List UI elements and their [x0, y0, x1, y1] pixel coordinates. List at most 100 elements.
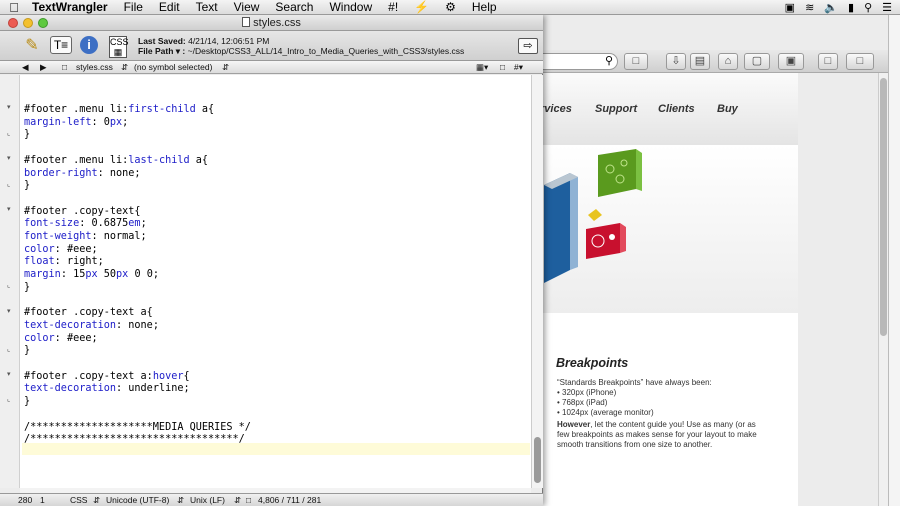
fold-arrow-icon[interactable]: ▾	[7, 205, 11, 213]
video-icon[interactable]: ▣	[785, 1, 795, 14]
code-line[interactable]: #footer .menu li:first-child a{	[24, 104, 214, 117]
fold-end-icon[interactable]: ⌞	[7, 129, 10, 137]
home-icon[interactable]: ⌂	[718, 53, 738, 70]
code-line[interactable]: }	[24, 345, 30, 358]
app-menu[interactable]: TextWrangler	[28, 0, 116, 14]
file-menu-arrow-icon[interactable]: ⇵	[121, 62, 128, 73]
symbol-menu[interactable]: (no symbol selected)	[134, 62, 212, 72]
fold-end-icon[interactable]: ⌞	[7, 345, 10, 353]
fold-arrow-icon[interactable]: ▾	[7, 154, 11, 162]
menu-window[interactable]: Window	[321, 0, 380, 14]
menu-edit[interactable]: Edit	[151, 0, 188, 14]
view-button[interactable]: ▢	[744, 53, 770, 70]
menu-help[interactable]: Help	[464, 0, 505, 14]
line-endings-arrow-icon[interactable]: ⇵	[234, 495, 241, 506]
language-menu[interactable]: CSS	[70, 495, 87, 505]
search-icon: ⚲	[604, 55, 613, 67]
code-editor[interactable]: #footer .menu li:first-child a{margin-le…	[20, 75, 531, 488]
path-value: ~/Desktop/CSS3_ALL/14_Intro_to_Media_Que…	[187, 46, 465, 56]
path-label[interactable]: File Path ▾ :	[138, 46, 185, 56]
search-icon[interactable]: ⚲	[864, 1, 872, 14]
code-line[interactable]: #footer .copy-text a{	[24, 307, 153, 320]
code-line[interactable]: /********************MEDIA QUERIES */	[24, 422, 251, 435]
menu-text[interactable]: Text	[188, 0, 226, 14]
encoding-arrow-icon[interactable]: ⇵	[177, 495, 184, 506]
bookmark-button[interactable]: □	[624, 53, 648, 70]
list-icon[interactable]: ☰	[882, 1, 892, 14]
pencil-icon[interactable]: ✎	[22, 36, 42, 56]
code-line[interactable]: color: #eee;	[24, 244, 98, 257]
file-menu[interactable]: styles.css	[76, 62, 113, 72]
text-options-icon[interactable]: T≡	[50, 36, 72, 54]
code-line[interactable]: }	[24, 180, 30, 193]
fold-arrow-icon[interactable]: ▾	[7, 103, 11, 111]
code-line[interactable]: text-decoration: underline;	[24, 383, 190, 396]
scroll-thumb[interactable]	[880, 78, 887, 336]
code-line[interactable]: margin: 15px 50px 0 0;	[24, 269, 159, 282]
encoding-menu[interactable]: Unicode (UTF-8)	[106, 495, 169, 505]
code-line[interactable]: color: #eee;	[24, 333, 98, 346]
menu-view[interactable]: View	[226, 0, 268, 14]
script-menu-icon[interactable]: ⚡	[406, 0, 437, 14]
code-line[interactable]: border-right: none;	[24, 168, 141, 181]
line-number[interactable]: 280	[18, 495, 32, 505]
browser-scrollbar[interactable]	[878, 73, 888, 506]
menu-shebang[interactable]: #!	[380, 0, 406, 14]
breakpoints-heading: Breakpoints	[556, 356, 629, 370]
column-number[interactable]: 1	[40, 495, 45, 505]
apple-menu-icon[interactable]: 	[0, 0, 28, 15]
counterpart-icon[interactable]: □	[500, 62, 505, 72]
share-button[interactable]: ▣	[778, 53, 804, 70]
scroll-thumb[interactable]	[534, 437, 541, 483]
code-line[interactable]: margin-left: 0px;	[24, 117, 128, 130]
code-line[interactable]: text-decoration: none;	[24, 320, 159, 333]
code-line[interactable]: font-size: 0.6875em;	[24, 218, 147, 231]
extension-button[interactable]: □	[846, 53, 874, 70]
code-line[interactable]: }	[24, 396, 30, 409]
css-file-icon[interactable]: CSS ▦	[109, 36, 129, 58]
document-options-icon[interactable]: ▦▾	[476, 62, 488, 73]
battery-icon[interactable]: ▮	[848, 1, 854, 14]
browser-window: ⚲ □ ⇩ ▤ ⌂ ▢ ▣ □ □ rvices Support Clients…	[540, 15, 888, 506]
wifi-icon[interactable]: ≋	[805, 1, 814, 14]
fold-end-icon[interactable]: ⌞	[7, 180, 10, 188]
editor-vertical-scrollbar[interactable]	[531, 75, 543, 488]
code-line[interactable]: #footer .menu li:last-child a{	[24, 155, 208, 168]
line-endings-menu[interactable]: Unix (LF)	[190, 495, 225, 505]
reader-icon[interactable]: ▤	[690, 53, 710, 70]
browser-toolbar: ⚲ □ ⇩ ▤ ⌂ ▢ ▣ □ □	[540, 50, 888, 73]
nav-services[interactable]: rvices	[540, 103, 572, 115]
code-line[interactable]: #footer .copy-text a:hover{	[24, 371, 190, 384]
fold-arrow-icon[interactable]: ▾	[7, 370, 11, 378]
symbol-menu-arrow-icon[interactable]: ⇵	[222, 62, 229, 73]
code-line[interactable]: float: right;	[24, 256, 104, 269]
download-icon[interactable]: ⇩	[666, 53, 686, 70]
markers-menu-icon[interactable]: #▾	[514, 62, 523, 73]
menu-search[interactable]: Search	[267, 0, 321, 14]
forward-arrow-icon[interactable]: ▶	[40, 62, 47, 73]
code-line[interactable]: }	[24, 282, 30, 295]
volume-icon[interactable]: 🔈	[824, 1, 838, 14]
notes-icon[interactable]: □	[818, 53, 838, 70]
webpage-content: rvices Support Clients Buy Breakpoints “…	[540, 73, 798, 506]
code-line[interactable]: }	[24, 129, 30, 142]
nav-buy[interactable]: Buy	[717, 103, 738, 115]
code-line[interactable]: #footer .copy-text{	[24, 206, 141, 219]
info-icon[interactable]: i	[80, 36, 98, 54]
code-line[interactable]: /**********************************/	[24, 434, 245, 447]
fold-arrow-icon[interactable]: ▾	[7, 307, 11, 315]
saved-value: 4/21/14, 12:06:51 PM	[188, 36, 270, 46]
fold-end-icon[interactable]: ⌞	[7, 395, 10, 403]
address-bar[interactable]: ⚲	[540, 53, 618, 70]
nav-clients[interactable]: Clients	[658, 103, 695, 115]
language-arrow-icon[interactable]: ⇵	[93, 495, 100, 506]
nav-support[interactable]: Support	[595, 103, 637, 115]
sidebar-toggle-icon[interactable]: ⇨	[518, 38, 538, 54]
menu-file[interactable]: File	[116, 0, 151, 14]
fold-end-icon[interactable]: ⌞	[7, 281, 10, 289]
code-line[interactable]: font-weight: normal;	[24, 231, 147, 244]
title-bar[interactable]: styles.css	[0, 15, 543, 31]
back-arrow-icon[interactable]: ◀	[22, 62, 29, 73]
breakpoints-text: “Standards Breakpoints” have always been…	[557, 378, 757, 450]
gear-menu-icon[interactable]: ⚙	[437, 0, 464, 14]
